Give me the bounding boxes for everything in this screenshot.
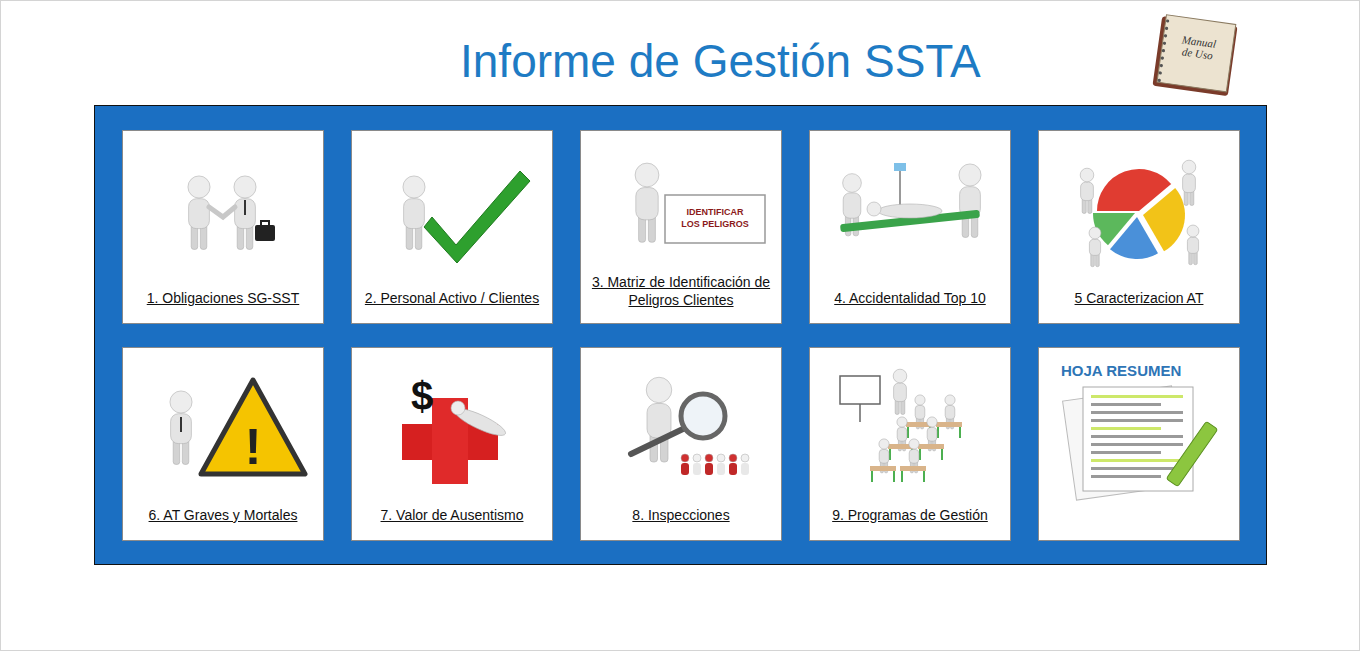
menu-card[interactable]: $7. Valor de Ausentismo (351, 347, 553, 541)
menu-card[interactable]: 8. Inspecciones (580, 347, 782, 541)
person-figure (646, 377, 672, 462)
svg-text:IDENTIFICAR: IDENTIFICAR (687, 207, 744, 217)
card-link[interactable]: 4. Accidentalidad Top 10 (828, 289, 992, 307)
cost-icon: $ (352, 362, 552, 490)
card-link[interactable]: 7. Valor de Ausentismo (375, 506, 530, 524)
check-icon (352, 145, 552, 273)
person-figure (1089, 227, 1101, 267)
header: Informe de Gestión SSTA Manualde Uso (1, 1, 1359, 105)
person-figure (635, 163, 659, 242)
svg-text:de Uso: de Uso (1181, 45, 1214, 61)
page-title: Informe de Gestión SSTA (460, 1, 981, 84)
svg-text:$: $ (411, 374, 433, 418)
person-figure (234, 176, 256, 249)
magnifier-icon (581, 362, 781, 490)
card-link[interactable]: 9. Programas de Gestión (826, 506, 994, 524)
person-figure (1182, 160, 1196, 205)
menu-panel: 1. Obligaciones SG-SST 2. Personal Activo… (94, 105, 1267, 565)
menu-card[interactable]: 1. Obligaciones SG-SST (122, 130, 324, 324)
svg-text:LOS PELIGROS: LOS PELIGROS (681, 219, 749, 229)
document-icon (1039, 379, 1239, 507)
menu-card[interactable]: ! 6. AT Graves y Mortales (122, 347, 324, 541)
card-link[interactable]: 5 Caracterizacion AT (1069, 289, 1210, 307)
person-figure (188, 176, 210, 249)
person-figure (170, 391, 192, 464)
page: Informe de Gestión SSTA Manualde Uso 1. Ob… (0, 0, 1360, 651)
person-figure (1080, 168, 1094, 213)
person-figure (1187, 225, 1199, 265)
menu-grid: 1. Obligaciones SG-SST 2. Personal Activo… (122, 130, 1239, 541)
menu-card[interactable]: IDENTIFICAR LOS PELIGROS 3. Matriz de Iden… (580, 130, 782, 324)
handshake-icon (123, 145, 323, 273)
menu-card[interactable]: 2. Personal Activo / Clientes (351, 130, 553, 324)
menu-card[interactable]: 4. Accidentalidad Top 10 (809, 130, 1011, 324)
card-link[interactable]: 1. Obligaciones SG-SST (141, 289, 306, 307)
menu-card[interactable]: 9. Programas de Gestión (809, 347, 1011, 541)
manual-book-icon: Manualde Uso (1145, 13, 1243, 99)
person-figure (959, 164, 981, 237)
card-link[interactable]: 6. AT Graves y Mortales (143, 506, 304, 524)
card-link[interactable]: 3. Matriz de Identificación de Peligros … (581, 273, 781, 309)
menu-card[interactable]: HOJA RESUMEN (1038, 347, 1240, 541)
warning-icon: ! (123, 362, 323, 490)
card-link[interactable]: 2. Personal Activo / Clientes (359, 289, 545, 307)
svg-text:!: ! (245, 419, 262, 475)
pie-chart-icon (1039, 145, 1239, 273)
card-heading: HOJA RESUMEN (1061, 362, 1181, 379)
training-icon (810, 362, 1010, 490)
stretcher-icon (810, 145, 1010, 273)
manual-button[interactable]: Manualde Uso (1145, 13, 1243, 99)
sign-icon: IDENTIFICAR LOS PELIGROS (581, 145, 781, 273)
menu-card[interactable]: 5 Caracterizacion AT (1038, 130, 1240, 324)
card-link[interactable]: 8. Inspecciones (626, 506, 735, 524)
person-figure (403, 176, 425, 249)
person-figure (893, 369, 907, 414)
